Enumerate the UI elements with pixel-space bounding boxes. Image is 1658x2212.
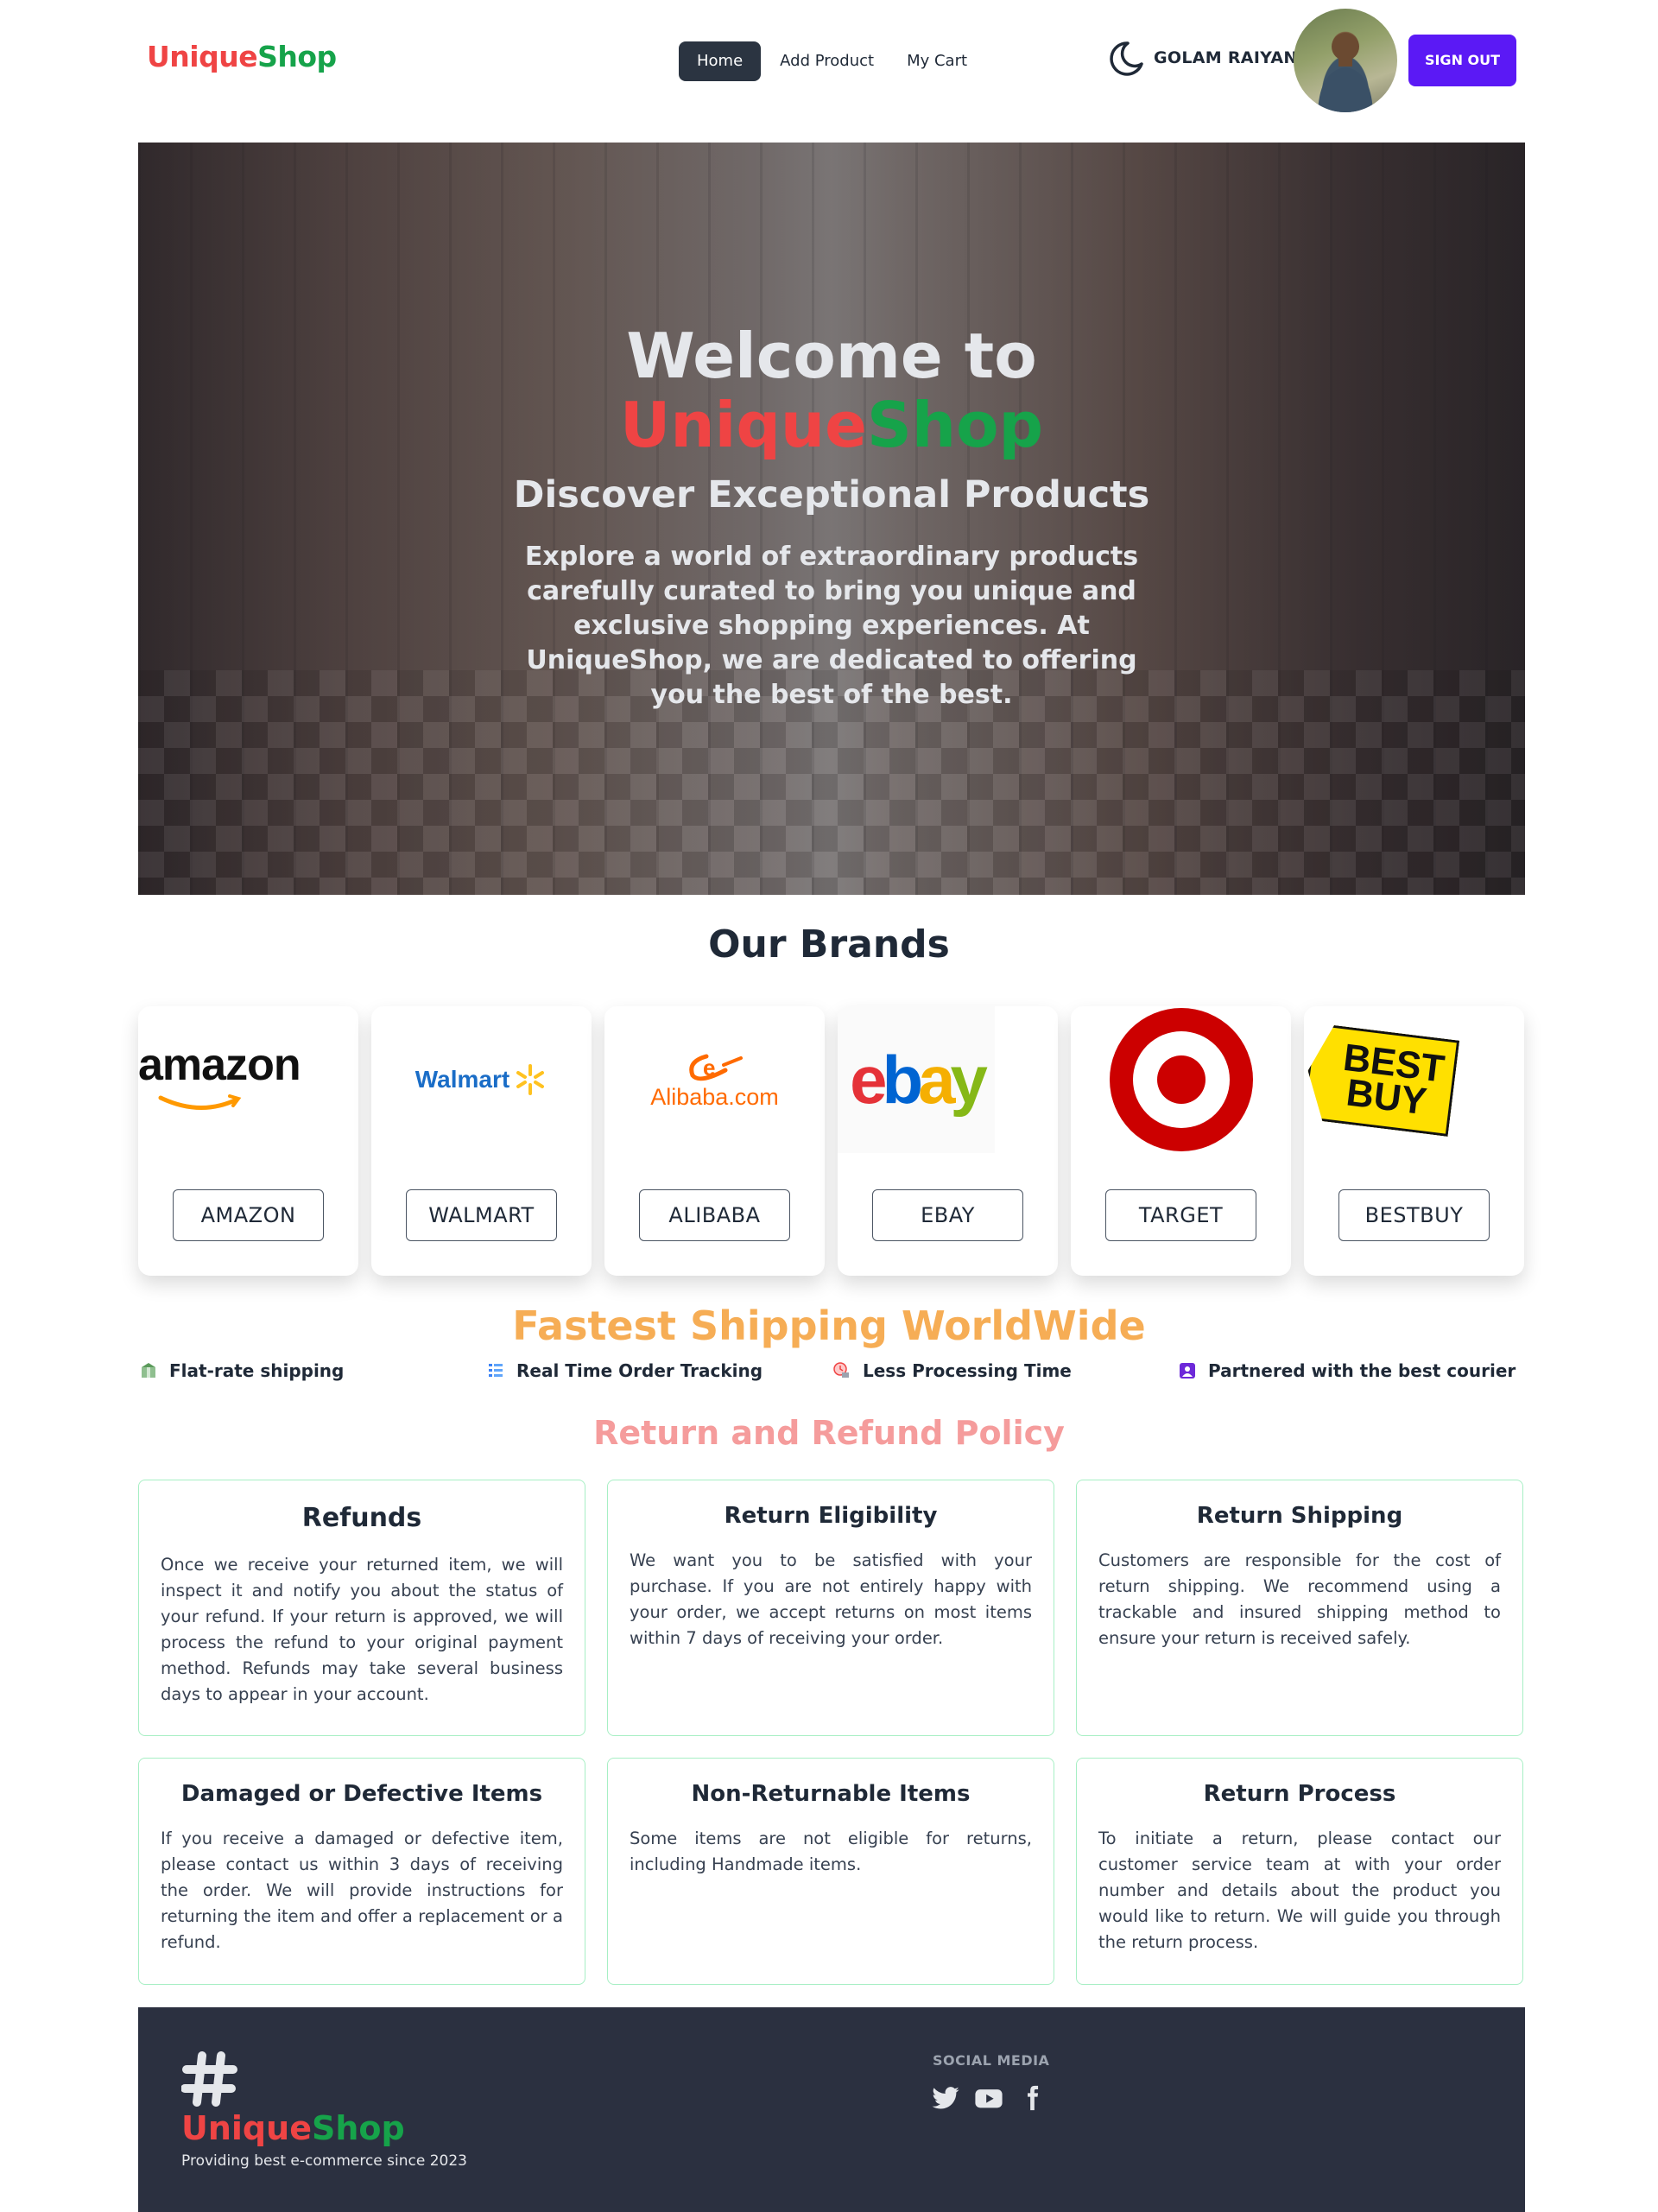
brand-card-bestbuy: BEST BUY BESTBUY	[1304, 1006, 1524, 1276]
bestbuy-logo: BEST BUY	[1304, 1006, 1524, 1153]
moon-icon[interactable]	[1105, 38, 1147, 79]
shipping-feature-label: Less Processing Time	[863, 1360, 1072, 1381]
brand-card-alibaba: e Alibaba.com ALIBABA	[604, 1006, 825, 1276]
policy-card-eligibility: Return Eligibility We want you to be sat…	[607, 1480, 1054, 1736]
brand-button-alibaba[interactable]: ALIBABA	[639, 1189, 790, 1241]
policy-card-text: Customers are responsible for the cost o…	[1098, 1550, 1501, 1648]
policy-card-title: Return Process	[1203, 1781, 1396, 1807]
policy-card-refunds: Refunds Once we receive your returned it…	[138, 1480, 585, 1736]
package-icon	[142, 1363, 155, 1378]
walmart-spark-icon	[516, 1064, 545, 1095]
nav-my-cart[interactable]: My Cart	[893, 41, 981, 81]
footer-logo-shop: Shop	[311, 2109, 405, 2147]
brand-button-bestbuy[interactable]: BESTBUY	[1338, 1189, 1490, 1241]
navbar: UniqueShop Home Add Product My Cart GOLA…	[0, 0, 1658, 121]
policy-card-text: If you receive a damaged or defective it…	[161, 1829, 563, 1952]
avatar[interactable]	[1294, 9, 1397, 112]
target-bullseye-icon	[1109, 1008, 1253, 1151]
shipping-feature-label: Real Time Order Tracking	[516, 1360, 763, 1381]
shipping-feature-label: Flat-rate shipping	[169, 1360, 345, 1381]
social-links	[931, 2083, 1060, 2113]
user-name: GOLAM RAIYAN	[1154, 48, 1298, 67]
svg-text:e: e	[703, 1055, 715, 1081]
brands-title: Our Brands	[708, 922, 950, 967]
courier-icon	[1180, 1363, 1195, 1379]
clock-icon	[833, 1362, 849, 1378]
policy-card-damaged: Damaged or Defective Items If you receiv…	[138, 1758, 585, 1985]
hero-brand-shop: Shop	[866, 389, 1044, 461]
policy-card-title: Return Eligibility	[724, 1503, 938, 1529]
policy-card-title: Damaged or Defective Items	[180, 1781, 543, 1807]
amazon-logo: amazon	[138, 1006, 358, 1153]
brand-card-walmart: Walmart WALMART	[371, 1006, 592, 1276]
hero-banner: Welcome to UniqueShop Discover Exception…	[138, 143, 1525, 895]
hero-subtitle: Discover Exceptional Products	[513, 473, 1150, 517]
brand-button-amazon[interactable]: AMAZON	[173, 1189, 324, 1241]
policy-card-text: We want you to be satisfied with your pu…	[630, 1550, 1032, 1648]
alibaba-mark-icon: e	[688, 1054, 743, 1081]
nav-add-product[interactable]: Add Product	[766, 41, 888, 81]
footer-logo[interactable]: UniqueShop	[181, 2109, 405, 2147]
list-icon	[489, 1364, 503, 1377]
hero-brand-unique: Unique	[619, 389, 867, 461]
policy-card-title: Return Shipping	[1196, 1503, 1403, 1529]
policy-title: Return and Refund Policy	[593, 1414, 1065, 1452]
logo-part-shop: Shop	[257, 40, 337, 73]
shipping-title: Fastest Shipping WorldWide	[512, 1302, 1146, 1349]
shipping-feature-label: Partnered with the best courier	[1208, 1360, 1516, 1381]
policy-card-text: Once we receive your returned item, we w…	[161, 1555, 563, 1704]
hero-title: Welcome to	[626, 320, 1037, 392]
brand-button-target[interactable]: TARGET	[1105, 1189, 1256, 1241]
logo-part-unique: Unique	[147, 40, 258, 73]
walmart-logo: Walmart	[371, 1006, 592, 1153]
policy-card-title: Non-Returnable Items	[691, 1781, 971, 1807]
target-logo	[1071, 1006, 1291, 1153]
policy-card-text: To initiate a return, please contact our…	[1098, 1829, 1501, 1952]
policy-card-non-returnable: Non-Returnable Items Some items are not …	[607, 1758, 1054, 1985]
brand-button-walmart[interactable]: WALMART	[406, 1189, 557, 1241]
footer-tagline: Providing best e-commerce since 2023	[181, 2152, 467, 2170]
amazon-logo-text: amazon	[138, 1040, 301, 1090]
hero-brand-name: UniqueShop	[138, 389, 1525, 461]
brand-card-amazon: amazon AMAZON	[138, 1006, 358, 1276]
bestbuy-tag-icon: BEST BUY	[1304, 1023, 1459, 1137]
bestbuy-logo-text: BEST BUY	[1340, 1036, 1447, 1124]
footer-logo-unique: Unique	[181, 2109, 312, 2147]
avatar-photo	[1318, 33, 1373, 112]
alibaba-logo: e Alibaba.com	[604, 1006, 825, 1153]
policy-card-return-shipping: Return Shipping Customers are responsibl…	[1076, 1480, 1523, 1736]
brand-card-ebay: ebay EBAY	[838, 1006, 1058, 1276]
policy-card-return-process: Return Process To initiate a return, ple…	[1076, 1758, 1523, 1985]
amazon-smile-icon	[158, 1094, 242, 1110]
ebay-logo-text: ebay	[850, 1041, 988, 1118]
shipping-feature: Partnered with the best courier	[1179, 1360, 1516, 1381]
youtube-icon[interactable]	[974, 2083, 1003, 2113]
walmart-logo-text: Walmart	[414, 1066, 510, 1093]
shipping-feature: Less Processing Time	[833, 1360, 1072, 1381]
ebay-logo: ebay	[838, 1006, 995, 1153]
twitter-icon[interactable]	[931, 2083, 960, 2113]
footer: UniqueShop Providing best e-commerce sin…	[138, 2007, 1525, 2212]
hero-description: Explore a world of extraordinary product…	[524, 542, 1139, 710]
sign-out-button[interactable]: SIGN OUT	[1408, 35, 1516, 86]
nav-home[interactable]: Home	[679, 41, 762, 81]
policy-card-title: Refunds	[301, 1503, 422, 1533]
facebook-icon[interactable]	[1017, 2083, 1047, 2113]
shipping-feature: Real Time Order Tracking	[487, 1360, 763, 1381]
main-nav: Home Add Product My Cart	[679, 41, 986, 81]
social-media-title: SOCIAL MEDIA	[933, 2052, 1050, 2069]
brand-button-ebay[interactable]: EBAY	[872, 1189, 1023, 1241]
hash-logo-icon	[181, 2051, 237, 2107]
site-logo[interactable]: UniqueShop	[147, 40, 337, 73]
shipping-feature: Flat-rate shipping	[140, 1360, 344, 1381]
policy-card-text: Some items are not eligible for returns,…	[630, 1829, 1032, 1874]
alibaba-logo-text: Alibaba.com	[650, 1083, 779, 1110]
brand-card-target: TARGET	[1071, 1006, 1291, 1276]
